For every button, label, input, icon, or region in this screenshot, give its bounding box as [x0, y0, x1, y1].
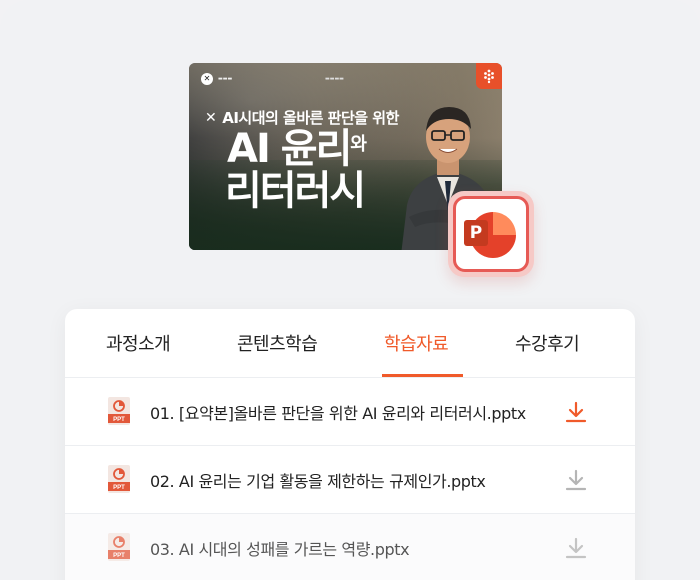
file-name[interactable]: 03. AI 시대의 성패를 가르는 역량.pptx — [150, 536, 410, 560]
thumbnail-headline-text: AI시대의 올바른 판단을 위한 — [222, 109, 399, 127]
course-tabs: 과정소개 콘텐츠학습 학습자료 수강후기 — [65, 309, 635, 378]
thumbnail-headline: ✕ AI시대의 올바른 판단을 위한 — [205, 107, 399, 128]
ppt-file-icon: PPT — [108, 533, 130, 561]
page-frame: ✕ ▬▬▬ ▬▬▬▬ ✕ AI시대의 올바른 판단을 위한 AI 윤리와 리터러… — [0, 0, 700, 580]
brand-logo-icon: ✕ — [201, 73, 213, 85]
thumbnail-title-line1: AI 윤리와 — [227, 126, 367, 172]
grid-logo-icon — [484, 69, 494, 84]
download-icon[interactable] — [565, 537, 587, 559]
x-mark-icon: ✕ — [205, 109, 217, 126]
download-icon[interactable] — [565, 469, 587, 491]
thumbnail-logo-text: ▬▬▬ — [218, 76, 233, 82]
thumbnail-logo: ✕ ▬▬▬ — [201, 73, 232, 85]
active-tab-indicator — [382, 374, 463, 377]
file-name[interactable]: 02. AI 윤리는 기업 활동을 제한하는 규제인가.pptx — [150, 468, 486, 492]
tab-content-learning[interactable]: 콘텐츠학습 — [237, 309, 318, 377]
thumbnail-title-line1-text: AI 윤리 — [227, 126, 352, 172]
tab-reviews[interactable]: 수강후기 — [515, 309, 580, 377]
file-type-label: PPT — [113, 553, 125, 559]
ppt-file-icon: PPT — [108, 397, 130, 425]
file-row[interactable]: PPT 03. AI 시대의 성패를 가르는 역량.pptx — [65, 514, 635, 580]
thumbnail-title-line2: 리터러시 — [225, 168, 366, 214]
course-content-card: 과정소개 콘텐츠학습 학습자료 수강후기 PPT 01. [요약본]올바른 판단… — [65, 309, 635, 580]
powerpoint-badge-frame: P — [453, 196, 529, 272]
tab-learning-materials[interactable]: 학습자료 — [384, 309, 449, 377]
tab-course-intro[interactable]: 과정소개 — [106, 309, 171, 377]
file-type-label: PPT — [113, 417, 125, 423]
file-row[interactable]: PPT 02. AI 윤리는 기업 활동을 제한하는 규제인가.pptx — [65, 446, 635, 514]
file-type-label: PPT — [113, 485, 125, 491]
powerpoint-app-badge: P — [448, 191, 534, 277]
file-name[interactable]: 01. [요약본]올바른 판단을 위한 AI 윤리와 리터러시.pptx — [150, 400, 526, 424]
thumbnail-title-suffix: 와 — [350, 134, 367, 155]
powerpoint-letter: P — [464, 220, 488, 246]
ppt-file-icon: PPT — [108, 465, 130, 493]
download-icon[interactable] — [565, 401, 587, 423]
thumbnail-sub-logo: ▬▬▬▬ — [325, 76, 344, 82]
file-row[interactable]: PPT 01. [요약본]올바른 판단을 위한 AI 윤리와 리터러시.pptx — [65, 378, 635, 446]
